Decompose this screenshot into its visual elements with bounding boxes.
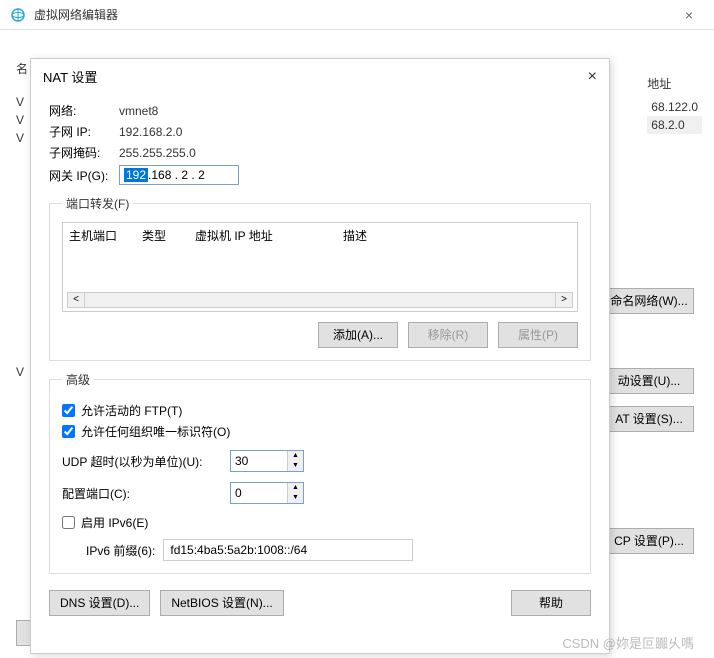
address-row[interactable]: 68.122.0 bbox=[647, 98, 702, 116]
udp-timeout-label: UDP 超时(以秒为单位)(U): bbox=[62, 453, 222, 470]
address-header: 地址 bbox=[647, 75, 702, 92]
spin-up-icon[interactable]: ▲ bbox=[288, 483, 303, 493]
col-host-port: 主机端口 bbox=[69, 227, 124, 244]
address-row[interactable]: 68.2.0 bbox=[647, 116, 702, 134]
gateway-input-wrap[interactable]: 192.168 . 2 . 2 bbox=[119, 165, 239, 185]
col-type: 类型 bbox=[142, 227, 177, 244]
ftp-label: 允许活动的 FTP(T) bbox=[81, 402, 182, 419]
bg-address-column: 地址 68.122.0 68.2.0 bbox=[647, 75, 702, 134]
oui-checkbox[interactable] bbox=[62, 425, 75, 438]
nat-settings-dialog: NAT 设置 × 网络: vmnet8 子网 IP: 192.168.2.0 子… bbox=[30, 58, 610, 654]
dialog-titlebar: NAT 设置 × bbox=[31, 59, 609, 94]
scroll-left-icon[interactable]: < bbox=[67, 292, 85, 308]
spin-down-icon[interactable]: ▼ bbox=[288, 461, 303, 471]
dialog-title: NAT 设置 bbox=[43, 67, 588, 86]
subnet-ip-value: 192.168.2.0 bbox=[119, 125, 182, 139]
advanced-legend: 高级 bbox=[62, 371, 94, 388]
table-header: 主机端口 类型 虚拟机 IP 地址 描述 bbox=[63, 223, 577, 248]
dialog-close-button[interactable]: × bbox=[588, 68, 597, 86]
dhcp-settings-button[interactable]: CP 设置(P)... bbox=[604, 528, 694, 554]
gateway-selected-octet: 192 bbox=[124, 168, 148, 182]
dns-settings-button[interactable]: DNS 设置(D)... bbox=[49, 590, 150, 616]
ftp-checkbox[interactable] bbox=[62, 404, 75, 417]
spin-up-icon[interactable]: ▲ bbox=[288, 451, 303, 461]
config-port-label: 配置端口(C): bbox=[62, 485, 222, 502]
udp-timeout-input[interactable] bbox=[231, 451, 287, 471]
network-value: vmnet8 bbox=[119, 104, 158, 118]
subnet-mask-value: 255.255.255.0 bbox=[119, 146, 196, 160]
main-window-titlebar: 虚拟网络编辑器 × bbox=[0, 0, 714, 30]
port-forward-legend: 端口转发(F) bbox=[62, 195, 133, 212]
port-forward-group: 端口转发(F) 主机端口 类型 虚拟机 IP 地址 描述 < > 添加(A)..… bbox=[49, 195, 591, 361]
rename-network-button[interactable]: 命名网络(W)... bbox=[604, 288, 694, 314]
advanced-group: 高级 允许活动的 FTP(T) 允许任何组织唯一标识符(O) UDP 超时(以秒… bbox=[49, 371, 591, 574]
ipv6-checkbox[interactable] bbox=[62, 516, 75, 529]
partial-left-column: 名 V V V V bbox=[16, 56, 28, 383]
main-window-title: 虚拟网络编辑器 bbox=[34, 6, 674, 23]
remove-button: 移除(R) bbox=[408, 322, 488, 348]
scroll-track[interactable] bbox=[85, 292, 555, 308]
ipv6-prefix-input[interactable] bbox=[163, 539, 413, 561]
ipv6-enable-label: 启用 IPv6(E) bbox=[81, 514, 148, 531]
subnet-ip-label: 子网 IP: bbox=[49, 123, 119, 140]
port-forward-table[interactable]: 主机端口 类型 虚拟机 IP 地址 描述 < > bbox=[62, 222, 578, 312]
ipv6-prefix-label: IPv6 前缀(6): bbox=[86, 542, 155, 559]
network-label: 网络: bbox=[49, 102, 119, 119]
main-close-button[interactable]: × bbox=[674, 7, 704, 23]
col-vm-ip: 虚拟机 IP 地址 bbox=[195, 227, 325, 244]
oui-label: 允许任何组织唯一标识符(O) bbox=[81, 423, 230, 440]
udp-timeout-spinner[interactable]: ▲▼ bbox=[230, 450, 304, 472]
spin-down-icon[interactable]: ▼ bbox=[288, 493, 303, 503]
col-desc: 描述 bbox=[343, 227, 367, 244]
scroll-right-icon[interactable]: > bbox=[555, 292, 573, 308]
properties-button: 属性(P) bbox=[498, 322, 578, 348]
gateway-label: 网关 IP(G): bbox=[49, 167, 119, 184]
netbios-settings-button[interactable]: NetBIOS 设置(N)... bbox=[160, 590, 283, 616]
subnet-mask-label: 子网掩码: bbox=[49, 144, 119, 161]
table-scrollbar[interactable]: < > bbox=[67, 291, 573, 309]
auto-settings-button[interactable]: 动设置(U)... bbox=[604, 368, 694, 394]
nat-settings-button[interactable]: AT 设置(S)... bbox=[604, 406, 694, 432]
help-button[interactable]: 帮助 bbox=[511, 590, 591, 616]
add-button[interactable]: 添加(A)... bbox=[318, 322, 398, 348]
app-icon bbox=[10, 7, 26, 23]
config-port-input[interactable] bbox=[231, 483, 287, 503]
config-port-spinner[interactable]: ▲▼ bbox=[230, 482, 304, 504]
